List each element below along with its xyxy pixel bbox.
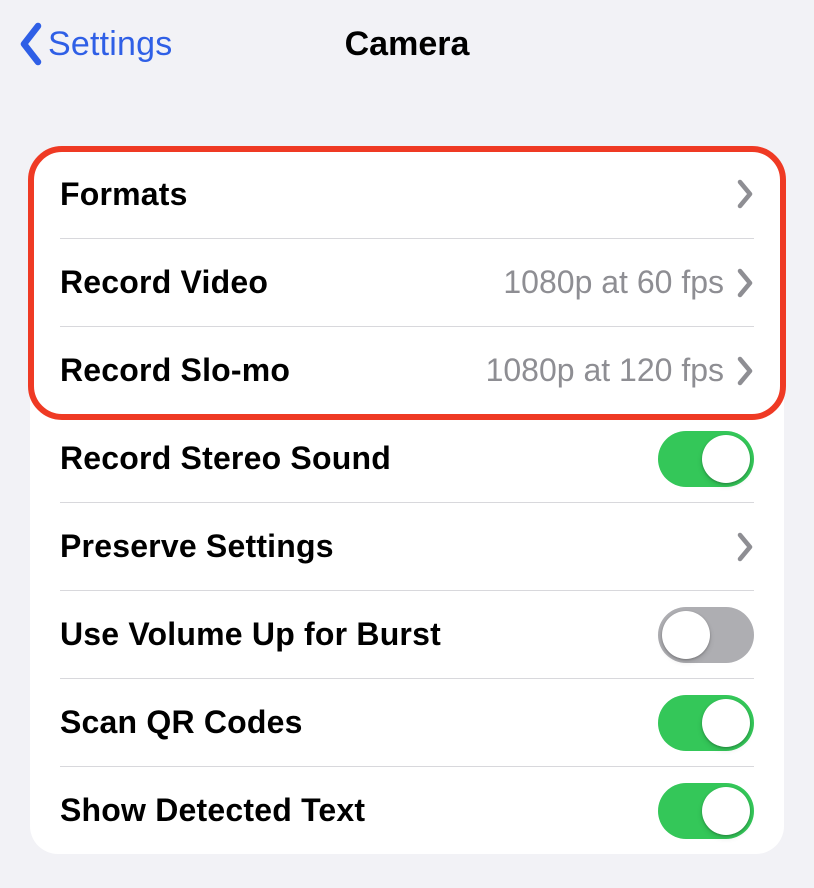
row-value: 1080p at 120 fps bbox=[486, 352, 724, 389]
chevron-right-icon bbox=[736, 356, 754, 386]
row-label: Preserve Settings bbox=[60, 528, 334, 565]
row-stereo-sound[interactable]: Record Stereo Sound bbox=[60, 414, 754, 502]
chevron-right-icon bbox=[736, 532, 754, 562]
chevron-right-icon bbox=[736, 268, 754, 298]
row-label: Show Detected Text bbox=[60, 792, 365, 829]
row-record-video[interactable]: Record Video 1080p at 60 fps bbox=[60, 238, 754, 326]
row-value: 1080p at 60 fps bbox=[503, 264, 724, 301]
row-label: Use Volume Up for Burst bbox=[60, 616, 441, 653]
chevron-left-icon bbox=[18, 22, 46, 66]
back-button[interactable]: Settings bbox=[18, 22, 172, 66]
row-label: Scan QR Codes bbox=[60, 704, 303, 741]
switch-stereo-sound[interactable] bbox=[658, 431, 754, 487]
switch-detected-text[interactable] bbox=[658, 783, 754, 839]
settings-list: Formats Record Video 1080p at 60 fps Rec… bbox=[30, 150, 784, 854]
row-label: Record Stereo Sound bbox=[60, 440, 391, 477]
row-volume-burst[interactable]: Use Volume Up for Burst bbox=[60, 590, 754, 678]
switch-scan-qr[interactable] bbox=[658, 695, 754, 751]
row-record-slomo[interactable]: Record Slo-mo 1080p at 120 fps bbox=[60, 326, 754, 414]
row-label: Formats bbox=[60, 176, 188, 213]
row-detected-text[interactable]: Show Detected Text bbox=[60, 766, 754, 854]
navbar: Settings Camera bbox=[0, 0, 814, 88]
row-label: Record Video bbox=[60, 264, 268, 301]
back-label: Settings bbox=[48, 25, 172, 64]
settings-group: Formats Record Video 1080p at 60 fps Rec… bbox=[30, 150, 784, 854]
row-scan-qr[interactable]: Scan QR Codes bbox=[60, 678, 754, 766]
row-label: Record Slo-mo bbox=[60, 352, 290, 389]
row-formats[interactable]: Formats bbox=[60, 150, 754, 238]
chevron-right-icon bbox=[736, 179, 754, 209]
row-preserve-settings[interactable]: Preserve Settings bbox=[60, 502, 754, 590]
switch-volume-burst[interactable] bbox=[658, 607, 754, 663]
